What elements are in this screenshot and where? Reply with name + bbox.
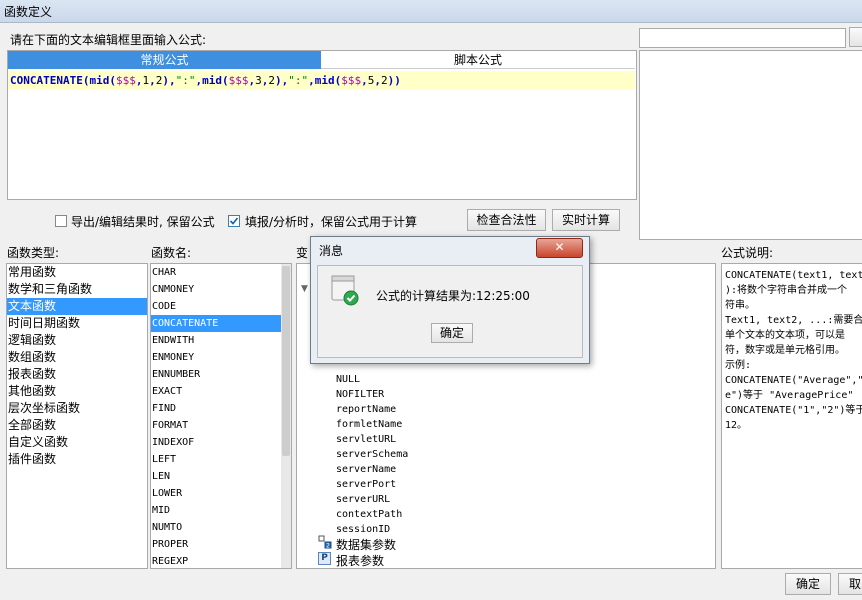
func-type-item[interactable]: 数组函数 [7, 349, 147, 366]
func-name-item[interactable]: ENNUMBER [151, 366, 281, 383]
formula-text[interactable]: CONCATENATE(mid($$$,1,2),":",mid($$$,3,2… [8, 71, 635, 90]
func-name-item[interactable]: LOWER [151, 485, 281, 502]
search-input[interactable] [639, 28, 846, 48]
description-line: e")等于 "AveragePrice" [725, 390, 854, 401]
fill-keep-label: 填报/分析时，保留公式用于计算 [245, 215, 418, 229]
message-close-button[interactable]: ✕ [536, 238, 583, 258]
description-line: Text1, text2, ...:需要合并 [725, 315, 862, 326]
description-line: CONCATENATE(text1, text2 [725, 270, 862, 281]
func-name-item[interactable]: CODE [151, 298, 281, 315]
variable-item[interactable]: reportName [336, 402, 408, 417]
right-info-panel [639, 50, 862, 240]
func-type-item[interactable]: 报表函数 [7, 366, 147, 383]
func-type-item[interactable]: 其他函数 [7, 383, 147, 400]
func-type-item[interactable]: 层次坐标函数 [7, 400, 147, 417]
func-name-item[interactable]: EXACT [151, 383, 281, 400]
tab-normal-formula[interactable]: 常规公式 [8, 51, 321, 69]
func-type-item[interactable]: 时间日期函数 [7, 315, 147, 332]
message-dialog: 消息 ✕ 公式的计算结果为:12:25:00 确定 [310, 236, 590, 364]
func-name-item[interactable]: INDEXOF [151, 434, 281, 451]
func-type-item[interactable]: 逻辑函数 [7, 332, 147, 349]
description-line: 符，数字或是单元格引用。 [725, 345, 845, 356]
variable-item[interactable]: sessionID [336, 522, 408, 537]
window-titlebar: 函数定义 [0, 0, 862, 23]
message-body: 公式的计算结果为:12:25:00 确定 [317, 265, 583, 358]
func-type-heading: 函数类型: [7, 246, 60, 260]
func-type-item[interactable]: 数学和三角函数 [7, 281, 147, 298]
func-type-item[interactable]: 自定义函数 [7, 434, 147, 451]
variable-item[interactable]: servletURL [336, 432, 408, 447]
func-name-item[interactable]: LEFT [151, 451, 281, 468]
cancel-button[interactable]: 取 [838, 573, 862, 595]
instruction-label: 请在下面的文本编辑框里面输入公式: [10, 33, 207, 47]
search-button[interactable] [849, 27, 862, 47]
func-name-item[interactable]: ENDWITH [151, 332, 281, 349]
func-type-item[interactable]: 插件函数 [7, 451, 147, 468]
func-name-item[interactable]: MID [151, 502, 281, 519]
message-ok-button[interactable]: 确定 [431, 323, 473, 343]
report-param-label[interactable]: 报表参数 [336, 552, 384, 568]
description-line: 示例: [725, 360, 752, 371]
variable-item[interactable]: NULL [336, 372, 408, 387]
func-name-scrollbar[interactable] [281, 264, 291, 568]
func-name-item[interactable]: NUMTO [151, 519, 281, 536]
export-keep-label: 导出/编辑结果时, 保留公式 [71, 215, 215, 229]
func-type-list: 常用函数 数学和三角函数 文本函数 时间日期函数 逻辑函数 数组函数 报表函数 其他函数 层次坐… [6, 263, 148, 569]
description-line: CONCATENATE("Average"," [725, 375, 862, 386]
dataset-param-icon: 2 [318, 535, 332, 550]
check-validity-button[interactable]: 检查合法性 [467, 209, 546, 231]
func-name-list: CHAR CNMONEY CODE CONCATENATE ENDWITH ENMONEY… [150, 263, 292, 569]
func-name-heading: 函数名: [151, 246, 192, 260]
svg-text:2: 2 [326, 543, 330, 550]
tab-script-formula[interactable]: 脚本公式 [321, 51, 635, 69]
func-type-item[interactable]: 文本函数 [7, 298, 147, 315]
variables-heading: 变 [296, 246, 309, 260]
func-name-item[interactable]: FIND [151, 400, 281, 417]
report-param-icon: P [318, 552, 331, 565]
func-name-scroll-thumb[interactable] [282, 266, 290, 456]
func-name-item[interactable]: PROPER [151, 536, 281, 553]
func-name-item[interactable]: CHAR [151, 264, 281, 281]
func-name-item[interactable]: LEN [151, 468, 281, 485]
variable-item[interactable]: serverPort [336, 477, 408, 492]
formula-tabs: 常规公式 脚本公式 [8, 51, 635, 69]
message-title: 消息 [319, 244, 344, 258]
description-line: 单个文本的文本项，可以是 [725, 330, 845, 341]
success-icon [331, 274, 359, 306]
func-type-item[interactable]: 全部函数 [7, 417, 147, 434]
func-name-item[interactable]: ENMONEY [151, 349, 281, 366]
tree-expand-icon[interactable]: ▼ [301, 284, 308, 294]
realtime-calc-button[interactable]: 实时计算 [552, 209, 620, 231]
variable-item[interactable]: formletName [336, 417, 408, 432]
description-heading: 公式说明: [721, 246, 774, 260]
func-name-item[interactable]: FORMAT [151, 417, 281, 434]
func-name-item[interactable]: CONCATENATE [151, 315, 281, 332]
fill-keep-checkbox[interactable] [228, 215, 240, 227]
window-title: 函数定义 [4, 5, 53, 19]
dataset-param-label[interactable]: 数据集参数 [336, 536, 396, 553]
variable-item[interactable]: contextPath [336, 507, 408, 522]
variable-item[interactable]: serverSchema [336, 447, 408, 462]
description-line: CONCATENATE("1","2")等于 [725, 405, 862, 416]
ok-button[interactable]: 确定 [785, 573, 831, 595]
func-type-item[interactable]: 常用函数 [7, 264, 147, 281]
message-text: 公式的计算结果为:12:25:00 [376, 289, 530, 303]
func-name-item[interactable]: CNMONEY [151, 281, 281, 298]
variable-item[interactable]: serverName [336, 462, 408, 477]
func-name-item[interactable]: REGEXP [151, 553, 281, 568]
description-line: 12。 [725, 420, 748, 431]
variable-item[interactable]: serverURL [336, 492, 408, 507]
description-line: ):将数个字符串合并成一个 [725, 285, 848, 296]
description-line: 符串。 [725, 300, 755, 311]
checkmark-icon [229, 217, 239, 225]
description-panel: CONCATENATE(text1, text2 ):将数个字符串合并成一个 符串。… [721, 263, 862, 569]
export-keep-checkbox[interactable] [55, 215, 67, 227]
variable-item[interactable]: NOFILTER [336, 387, 408, 402]
